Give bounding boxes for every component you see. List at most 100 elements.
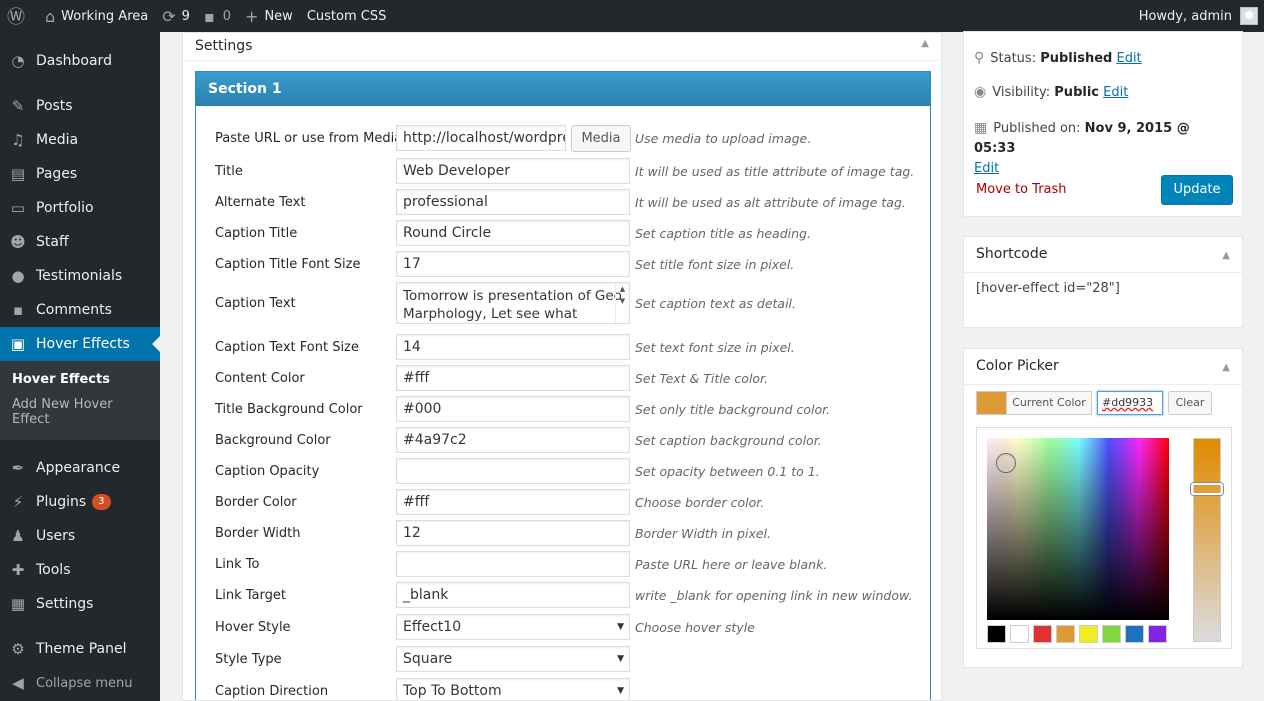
image-url-input[interactable]: http://localhost/wordpre: [396, 125, 566, 151]
content-color-input[interactable]: #fff: [396, 365, 630, 391]
edit-visibility-link[interactable]: Edit: [1103, 85, 1128, 100]
field-label: Style Type: [215, 652, 282, 667]
border-color-input[interactable]: #fff: [396, 489, 630, 515]
palette-swatch[interactable]: [1056, 625, 1075, 643]
saturation-handle[interactable]: [997, 454, 1015, 472]
caption-title-font-size-input[interactable]: 17: [396, 251, 630, 277]
lightness-slider-handle[interactable]: [1191, 483, 1223, 495]
menu-appearance[interactable]: ✒ Appearance: [0, 451, 160, 485]
background-color-input[interactable]: #4a97c2: [396, 427, 630, 453]
plug-icon: ⚡: [12, 493, 24, 511]
wordpress-logo-icon[interactable]: Ⓦ: [0, 0, 38, 32]
current-color-button[interactable]: Current Color: [1006, 391, 1092, 415]
menu-plugins[interactable]: ⚡ Plugins 3: [0, 485, 160, 519]
menu-staff[interactable]: ☻ Staff: [0, 225, 160, 259]
move-to-trash-link[interactable]: Move to Trash: [976, 182, 1067, 197]
image-icon: ▣: [10, 335, 26, 353]
caption-direction-select[interactable]: Top To Bottom: [396, 678, 630, 700]
menu-tools[interactable]: ✚ Tools: [0, 553, 160, 587]
pin-icon: ✎: [11, 97, 25, 115]
title-input[interactable]: Web Developer: [396, 158, 630, 184]
settings-icon: ▦: [10, 595, 26, 613]
menu-comments[interactable]: ▪ Comments: [0, 293, 160, 327]
field-help: Border Width in pixel.: [635, 526, 771, 541]
hover-style-select[interactable]: Effect10: [396, 614, 630, 640]
comments-link[interactable]: ▪ 0: [197, 0, 238, 32]
admin-menu: ◔ Dashboard ✎ Posts ♫ Media ▤ Pages ▭ Portfol…: [0, 32, 160, 701]
settings-header[interactable]: Settings ▲: [183, 33, 941, 61]
field-help: Paste URL here or leave blank.: [635, 557, 828, 572]
submenu-add-new-hover-effect[interactable]: Add New Hover Effect: [0, 392, 160, 432]
custom-css-link[interactable]: Custom CSS: [300, 0, 394, 32]
palette-swatch[interactable]: [1148, 625, 1167, 643]
edit-date-link[interactable]: Edit: [974, 161, 999, 176]
menu-testimonials[interactable]: ● Testimonials: [0, 259, 160, 293]
menu-hover-effects[interactable]: ▣ Hover Effects: [0, 327, 160, 361]
shortcode-value[interactable]: [hover-effect id="28"]: [964, 273, 1242, 304]
updates-link[interactable]: ⟳ 9: [155, 0, 197, 32]
caption-text-font-size-input[interactable]: 14: [396, 334, 630, 360]
collapse-arrow-icon[interactable]: ▲: [921, 38, 929, 49]
media-button[interactable]: Media: [571, 125, 631, 152]
field-help: Set only title background color.: [635, 402, 831, 417]
field-help: Set text font size in pixel.: [635, 340, 795, 355]
palette-swatch[interactable]: [987, 625, 1006, 643]
new-content-link[interactable]: + New: [238, 0, 300, 32]
menu-theme-panel[interactable]: ⚙ Theme Panel: [0, 632, 160, 666]
field-help: Set title font size in pixel.: [635, 257, 795, 272]
palette-swatch[interactable]: [1033, 625, 1052, 643]
menu-settings[interactable]: ▦ Settings: [0, 587, 160, 621]
collapse-arrow-icon[interactable]: ▲: [1222, 362, 1230, 373]
status-row: ⚲ Status: Published Edit: [974, 50, 1142, 66]
menu-pages[interactable]: ▤ Pages: [0, 157, 160, 191]
caption-title-input[interactable]: Round Circle: [396, 220, 630, 246]
section-1: Section 1 Paste URL or use from Media ht…: [195, 71, 932, 700]
my-account[interactable]: Howdy, admin: [1139, 0, 1258, 32]
color-palette: [987, 625, 1171, 643]
scrollbar[interactable]: ▲ ▼: [615, 283, 629, 323]
staff-icon: ☻: [10, 233, 26, 251]
comments-count: 0: [222, 8, 232, 24]
edit-status-link[interactable]: Edit: [1116, 51, 1141, 66]
menu-portfolio[interactable]: ▭ Portfolio: [0, 191, 160, 225]
field-label: Border Color: [215, 495, 297, 510]
collapse-arrow-icon[interactable]: ▲: [1222, 250, 1230, 261]
field-label: Caption Direction: [215, 684, 329, 699]
field-label: Alternate Text: [215, 195, 306, 210]
collapse-icon: ◀: [12, 674, 24, 692]
comment-icon: ▪: [203, 6, 215, 26]
color-picker-title: Color Picker: [976, 358, 1059, 374]
field-help: Use media to upload image.: [635, 131, 812, 146]
field-label: Caption Text: [215, 296, 296, 311]
color-hex-input[interactable]: #dd9933: [1097, 391, 1163, 415]
style-type-select[interactable]: Square: [396, 646, 630, 672]
palette-swatch[interactable]: [1125, 625, 1144, 643]
lightness-slider[interactable]: [1191, 438, 1223, 642]
palette-swatch[interactable]: [1079, 625, 1098, 643]
visibility-value: Public: [1054, 85, 1099, 100]
current-color-swatch[interactable]: [976, 391, 1006, 415]
caption-opacity-input[interactable]: [396, 458, 630, 484]
menu-media[interactable]: ♫ Media: [0, 123, 160, 157]
field-row: Hover Style Effect10 Choose hover style: [196, 614, 932, 642]
menu-dashboard[interactable]: ◔ Dashboard: [0, 44, 160, 78]
menu-posts[interactable]: ✎ Posts: [0, 89, 160, 123]
collapse-menu-button[interactable]: ◀ Collapse menu: [0, 666, 160, 700]
border-width-input[interactable]: 12: [396, 520, 630, 546]
shortcode-header[interactable]: Shortcode ▲: [964, 237, 1242, 273]
palette-swatch[interactable]: [1010, 625, 1029, 643]
title-background-color-input[interactable]: #000: [396, 396, 630, 422]
link-target-input[interactable]: _blank: [396, 582, 630, 608]
palette-swatch[interactable]: [1102, 625, 1121, 643]
alternate-text-input[interactable]: professional: [396, 189, 630, 215]
field-row: Caption Direction Top To Bottom: [196, 678, 932, 700]
color-picker-header[interactable]: Color Picker ▲: [964, 349, 1242, 385]
update-button[interactable]: Update: [1161, 175, 1233, 205]
link-to-input[interactable]: [396, 551, 630, 577]
clear-color-button[interactable]: Clear: [1168, 391, 1212, 415]
site-name-link[interactable]: ⌂ Working Area: [38, 0, 155, 32]
menu-users[interactable]: ♟ Users: [0, 519, 160, 553]
submenu-hover-effects[interactable]: Hover Effects: [0, 367, 160, 392]
caption-text-textarea[interactable]: Tomorrow is presentation of Geo Marpholo…: [396, 282, 630, 324]
field-row: Title Web Developer It will be used as t…: [196, 158, 932, 186]
